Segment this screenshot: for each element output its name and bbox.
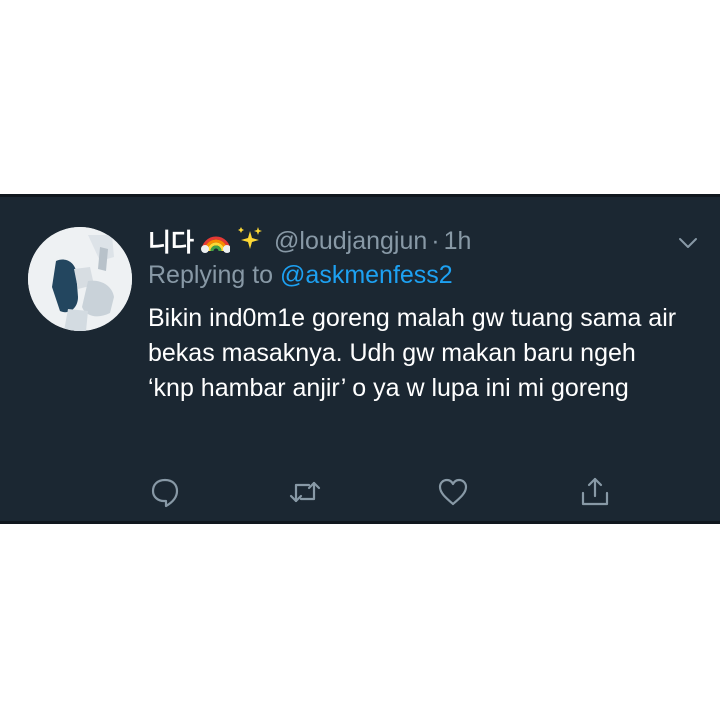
replying-label: Replying to (148, 261, 274, 289)
like-icon[interactable] (436, 475, 470, 509)
replying-to: Replying to @askmenfess2 (148, 261, 453, 290)
page: 니다 @loudjangjun · 1h Replying to @askmen… (0, 0, 720, 720)
retweet-icon[interactable] (288, 475, 322, 509)
timestamp[interactable]: 1h (444, 227, 472, 256)
tweet-header: 니다 @loudjangjun · 1h (148, 223, 471, 259)
sparkles-emoji (236, 225, 264, 258)
display-name[interactable]: 니다 (148, 223, 194, 259)
user-handle[interactable]: @loudjangjun (274, 227, 427, 256)
rainbow-emoji (200, 225, 232, 258)
tweet-text: Bikin ind0m1e goreng malah gw tuang sama… (148, 304, 677, 402)
reply-icon[interactable] (148, 475, 182, 509)
share-icon[interactable] (578, 475, 612, 509)
action-bar (148, 475, 618, 511)
separator-dot: · (431, 226, 440, 255)
tweet-card[interactable]: 니다 @loudjangjun · 1h Replying to @askmen… (0, 194, 720, 524)
avatar[interactable] (28, 227, 132, 331)
chevron-down-icon[interactable] (676, 231, 700, 255)
reply-mention-link[interactable]: @askmenfess2 (280, 261, 453, 289)
